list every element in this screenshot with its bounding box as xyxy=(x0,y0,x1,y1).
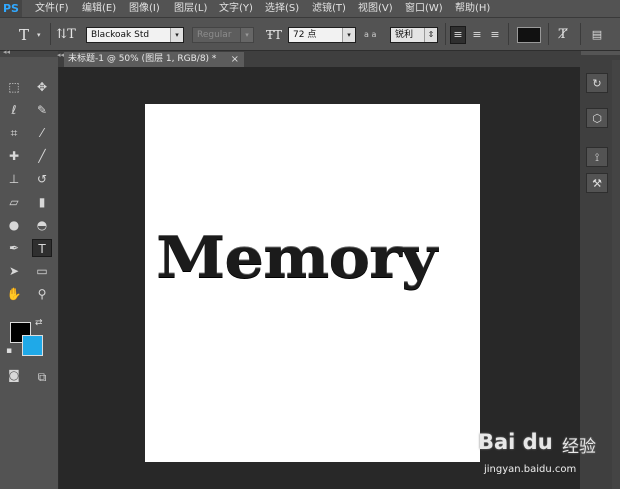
collapse-icon[interactable]: ◂◂ xyxy=(57,51,64,59)
scrollbar[interactable] xyxy=(612,60,620,489)
move-icon[interactable]: ✥ xyxy=(32,78,52,96)
dodge-icon[interactable]: ◓ xyxy=(32,216,52,234)
eraser-icon[interactable]: ▱ xyxy=(4,193,24,211)
font-size-value: 72 点 xyxy=(293,30,317,40)
background-color-swatch[interactable] xyxy=(22,335,43,356)
lasso-icon[interactable]: ℓ xyxy=(4,101,24,119)
character-panel-icon[interactable]: ▤ xyxy=(588,27,606,43)
font-family-select[interactable]: Blackoak Std ▾ xyxy=(86,27,184,43)
close-icon[interactable]: × xyxy=(231,52,239,67)
antialias-select[interactable]: 锐利 ⇕ xyxy=(390,27,438,43)
quick-select-icon[interactable]: ✎ xyxy=(32,101,52,119)
stamp-icon[interactable]: ⊥ xyxy=(4,170,24,188)
text-color-swatch[interactable] xyxy=(517,27,541,43)
quick-mask-icon[interactable]: ◙ xyxy=(4,366,24,384)
font-style-value: Regular xyxy=(197,30,232,40)
menu-file[interactable]: 文件(F) xyxy=(35,0,69,17)
separator xyxy=(508,23,509,45)
rectangle-icon[interactable]: ▭ xyxy=(32,262,52,280)
collapse-icon[interactable]: ◂◂ xyxy=(3,48,10,56)
separator xyxy=(50,23,51,45)
hand-icon[interactable]: ✋ xyxy=(4,285,24,303)
menu-help[interactable]: 帮助(H) xyxy=(455,0,490,17)
warp-text-icon[interactable]: Ⱦ xyxy=(554,26,572,44)
pen-icon[interactable]: ✒ xyxy=(4,239,24,257)
ps-logo: PS xyxy=(0,0,22,17)
zoom-icon[interactable]: ⚲ xyxy=(32,285,52,303)
font-style-select[interactable]: Regular ▾ xyxy=(192,27,254,43)
gradient-icon[interactable]: ▮ xyxy=(32,193,52,211)
menu-filter[interactable]: 滤镜(T) xyxy=(312,0,346,17)
align-left-icon[interactable]: ≡ xyxy=(450,26,466,44)
baidu-jingyan-label: 经验 xyxy=(562,437,596,457)
3d-panel-icon[interactable]: ⬡ xyxy=(586,108,608,128)
canvas-text-layer[interactable]: Memory xyxy=(156,228,503,288)
font-size-select[interactable]: 72 点 ▾ xyxy=(288,27,356,43)
brush-icon[interactable]: ╱ xyxy=(32,147,52,165)
menu-bar: PS 文件(F) 编辑(E) 图像(I) 图层(L) 文字(Y) 选择(S) 滤… xyxy=(0,0,620,18)
separator xyxy=(580,23,581,45)
blur-icon[interactable]: ● xyxy=(4,216,24,234)
align-right-icon[interactable]: ≡ xyxy=(487,26,503,44)
document-title: 未标题-1 @ 50% (图层 1, RGB/8) * xyxy=(68,54,217,64)
baidu-url: jingyan.baidu.com xyxy=(484,464,577,475)
separator xyxy=(548,23,549,45)
swap-colors-icon[interactable]: ⇄ xyxy=(35,318,43,328)
chevron-down-icon: ▾ xyxy=(170,28,183,42)
default-colors-icon[interactable]: ▪ xyxy=(6,346,12,356)
menu-edit[interactable]: 编辑(E) xyxy=(82,0,116,17)
path-select-icon[interactable]: ➤ xyxy=(4,262,24,280)
chevron-down-icon: ▾ xyxy=(342,28,355,42)
panel-grip[interactable] xyxy=(581,51,620,55)
tool-preset-icon[interactable]: T xyxy=(14,26,34,44)
chevron-down-icon: ▾ xyxy=(240,28,253,42)
antialias-icon: a a xyxy=(364,30,377,39)
preset-dropdown-icon[interactable]: ▾ xyxy=(37,28,45,42)
type-icon[interactable]: T xyxy=(32,239,52,257)
tool-presets-icon[interactable]: ⚒ xyxy=(586,173,608,193)
menu-window[interactable]: 窗口(W) xyxy=(405,0,443,17)
antialias-value: 锐利 xyxy=(395,30,414,40)
screen-mode-icon[interactable]: ⧉ xyxy=(32,368,52,386)
updown-icon: ⇕ xyxy=(424,28,437,42)
document-tab[interactable]: 未标题-1 @ 50% (图层 1, RGB/8) * × xyxy=(64,52,244,67)
baidu-logo: Bai du xyxy=(478,430,553,454)
font-family-value: Blackoak Std xyxy=(91,30,150,40)
font-size-icon: ŦT xyxy=(265,28,282,42)
crop-icon[interactable]: ⌗ xyxy=(4,124,24,142)
healing-brush-icon[interactable]: ✚ xyxy=(4,147,24,165)
marquee-icon[interactable]: ⬚ xyxy=(4,78,24,96)
eyedropper-icon[interactable]: ⁄ xyxy=(32,124,52,142)
menu-layer[interactable]: 图层(L) xyxy=(174,0,207,17)
history-brush-icon[interactable]: ↺ xyxy=(32,170,52,188)
menu-view[interactable]: 视图(V) xyxy=(358,0,393,17)
separator xyxy=(445,23,446,45)
history-panel-icon[interactable]: ↻ xyxy=(586,73,608,93)
align-center-icon[interactable]: ≡ xyxy=(469,26,485,44)
document-tab-bar: ◂◂ 未标题-1 @ 50% (图层 1, RGB/8) * × xyxy=(57,51,580,67)
menu-image[interactable]: 图像(I) xyxy=(129,0,160,17)
baidu-watermark: Bai du 经验 jingyan.baidu.com xyxy=(470,430,620,489)
menu-type[interactable]: 文字(Y) xyxy=(219,0,253,17)
brush-presets-icon[interactable]: ⟟ xyxy=(586,147,608,167)
menu-select[interactable]: 选择(S) xyxy=(265,0,299,17)
text-orientation-icon[interactable]: ⇅T xyxy=(55,26,77,44)
